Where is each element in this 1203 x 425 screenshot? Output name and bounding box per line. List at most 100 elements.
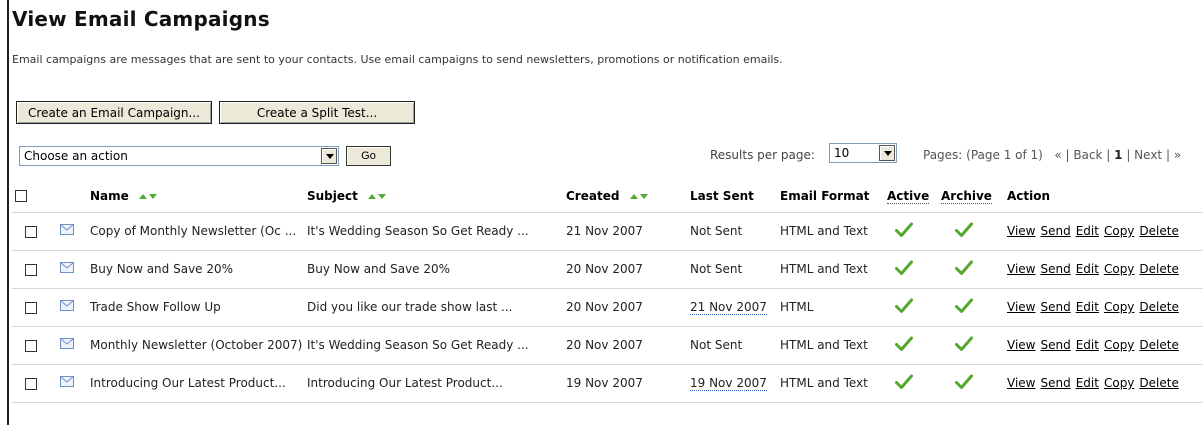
campaign-created: 20 Nov 2007 [566,250,690,289]
select-all-checkbox[interactable] [15,190,27,203]
archive-checkmark-icon[interactable] [955,374,973,393]
archive-checkmark-icon[interactable] [955,336,973,355]
campaign-email-format: HTML and Text [780,326,887,365]
row-checkbox[interactable] [25,377,37,390]
active-checkmark-icon[interactable] [895,298,913,317]
table-row: Buy Now and Save 20% Buy Now and Save 20%… [12,250,1203,289]
row-actions: View Send Edit Copy Delete [1007,288,1203,327]
row-actions: View Send Edit Copy Delete [1007,326,1203,365]
envelope-icon [60,300,74,314]
campaign-name: Monthly Newsletter (October 2007) [90,326,307,365]
pagination-current: 1 [1114,148,1123,162]
active-checkmark-icon[interactable] [895,374,913,393]
sort-arrows-icon[interactable] [137,189,157,203]
column-action: Action [1007,180,1203,213]
archive-checkmark-icon[interactable] [955,222,973,241]
column-email-format: Email Format [780,180,887,213]
table-row: Trade Show Follow Up Did you like our tra… [12,288,1203,327]
row-action-delete[interactable]: Delete [1139,224,1178,238]
pagination-first[interactable]: « [1054,148,1061,162]
row-action-copy[interactable]: Copy [1104,300,1134,314]
create-split-test-button[interactable]: Create a Split Test... [219,101,415,124]
row-action-view[interactable]: View [1007,376,1035,390]
row-action-edit[interactable]: Edit [1076,338,1099,352]
row-actions: View Send Edit Copy Delete [1007,212,1203,251]
row-checkbox[interactable] [25,263,37,276]
chevron-down-icon[interactable] [321,148,337,164]
page-title: View Email Campaigns [12,7,270,31]
results-per-page-select[interactable]: 10 [829,143,897,163]
row-actions: View Send Edit Copy Delete [1007,364,1203,403]
campaign-email-format: HTML [780,288,887,327]
archive-checkmark-icon[interactable] [955,298,973,317]
row-action-copy[interactable]: Copy [1104,224,1134,238]
row-checkbox[interactable] [25,225,37,238]
row-action-view[interactable]: View [1007,300,1035,314]
row-action-delete[interactable]: Delete [1139,262,1178,276]
row-action-view[interactable]: View [1007,262,1035,276]
row-action-copy[interactable]: Copy [1104,338,1134,352]
sort-arrows-icon[interactable] [628,189,648,203]
pagination: Pages: (Page 1 of 1) « | Back | 1 | Next… [923,148,1182,162]
envelope-icon [60,338,74,352]
results-per-page-value: 10 [834,146,850,160]
column-subject[interactable]: Subject [307,180,566,213]
row-action-send[interactable]: Send [1040,262,1070,276]
chevron-down-icon[interactable] [879,145,895,161]
pagination-last[interactable]: » [1174,148,1181,162]
active-checkmark-icon[interactable] [895,336,913,355]
sort-arrows-icon[interactable] [366,189,387,203]
row-action-copy[interactable]: Copy [1104,262,1134,276]
column-active[interactable]: Active [887,180,941,213]
left-border [7,0,9,425]
row-action-send[interactable]: Send [1040,338,1070,352]
row-action-send[interactable]: Send [1040,300,1070,314]
row-action-delete[interactable]: Delete [1139,300,1178,314]
campaign-created: 20 Nov 2007 [566,288,690,327]
active-checkmark-icon[interactable] [895,260,913,279]
campaign-last-sent[interactable]: 21 Nov 2007 [690,300,767,315]
column-name[interactable]: Name [90,180,307,213]
row-action-edit[interactable]: Edit [1076,262,1099,276]
create-campaign-button[interactable]: Create an Email Campaign... [16,101,212,124]
row-action-view[interactable]: View [1007,338,1035,352]
campaign-subject: It's Wedding Season So Get Ready ... [307,212,566,251]
campaign-last-sent: Not Sent [690,262,743,276]
envelope-icon [60,262,74,276]
archive-checkmark-icon[interactable] [955,260,973,279]
row-action-edit[interactable]: Edit [1076,376,1099,390]
campaign-last-sent: Not Sent [690,224,743,238]
row-action-edit[interactable]: Edit [1076,300,1099,314]
pagination-back[interactable]: Back [1073,148,1102,162]
row-actions: View Send Edit Copy Delete [1007,250,1203,289]
results-per-page-label: Results per page: [710,148,815,162]
campaign-email-format: HTML and Text [780,364,887,403]
campaign-subject: Introducing Our Latest Product... [307,364,566,403]
row-checkbox[interactable] [25,301,37,314]
row-checkbox[interactable] [25,339,37,352]
action-select[interactable]: Choose an action [19,146,339,166]
row-action-send[interactable]: Send [1040,376,1070,390]
column-created[interactable]: Created [566,180,690,213]
pagination-next[interactable]: Next [1134,148,1162,162]
column-last-sent: Last Sent [690,180,780,213]
column-archive[interactable]: Archive [941,180,1007,213]
table-row: Copy of Monthly Newsletter (Oc ... It's W… [12,212,1203,251]
campaign-email-format: HTML and Text [780,212,887,251]
campaign-last-sent: Not Sent [690,338,743,352]
row-action-edit[interactable]: Edit [1076,224,1099,238]
row-action-send[interactable]: Send [1040,224,1070,238]
table-body: Copy of Monthly Newsletter (Oc ... It's W… [12,212,1203,403]
envelope-icon [60,376,74,390]
row-action-copy[interactable]: Copy [1104,376,1134,390]
campaign-last-sent[interactable]: 19 Nov 2007 [690,376,767,391]
go-button[interactable]: Go [346,146,391,166]
campaign-subject: It's Wedding Season So Get Ready ... [307,326,566,365]
table-row: Introducing Our Latest Product... Introdu… [12,364,1203,403]
row-action-delete[interactable]: Delete [1139,338,1178,352]
row-action-view[interactable]: View [1007,224,1035,238]
campaign-name: Copy of Monthly Newsletter (Oc ... [90,212,307,251]
campaign-name: Introducing Our Latest Product... [90,364,307,403]
active-checkmark-icon[interactable] [895,222,913,241]
row-action-delete[interactable]: Delete [1139,376,1178,390]
